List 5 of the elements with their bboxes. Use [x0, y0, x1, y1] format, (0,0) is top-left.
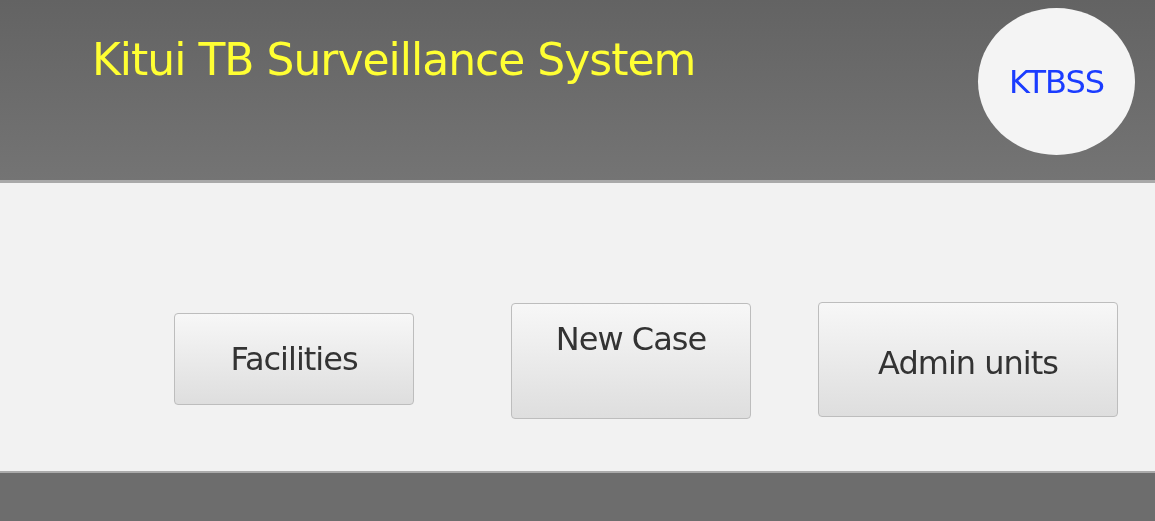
nav-button[interactable]: Facilities [174, 313, 414, 405]
nav-button[interactable]: New Case [511, 303, 751, 419]
nav-button[interactable]: Admin units [818, 302, 1118, 417]
logo-badge: KTBSS [978, 8, 1135, 155]
app-title: Kitui TB Surveillance System [92, 34, 696, 85]
